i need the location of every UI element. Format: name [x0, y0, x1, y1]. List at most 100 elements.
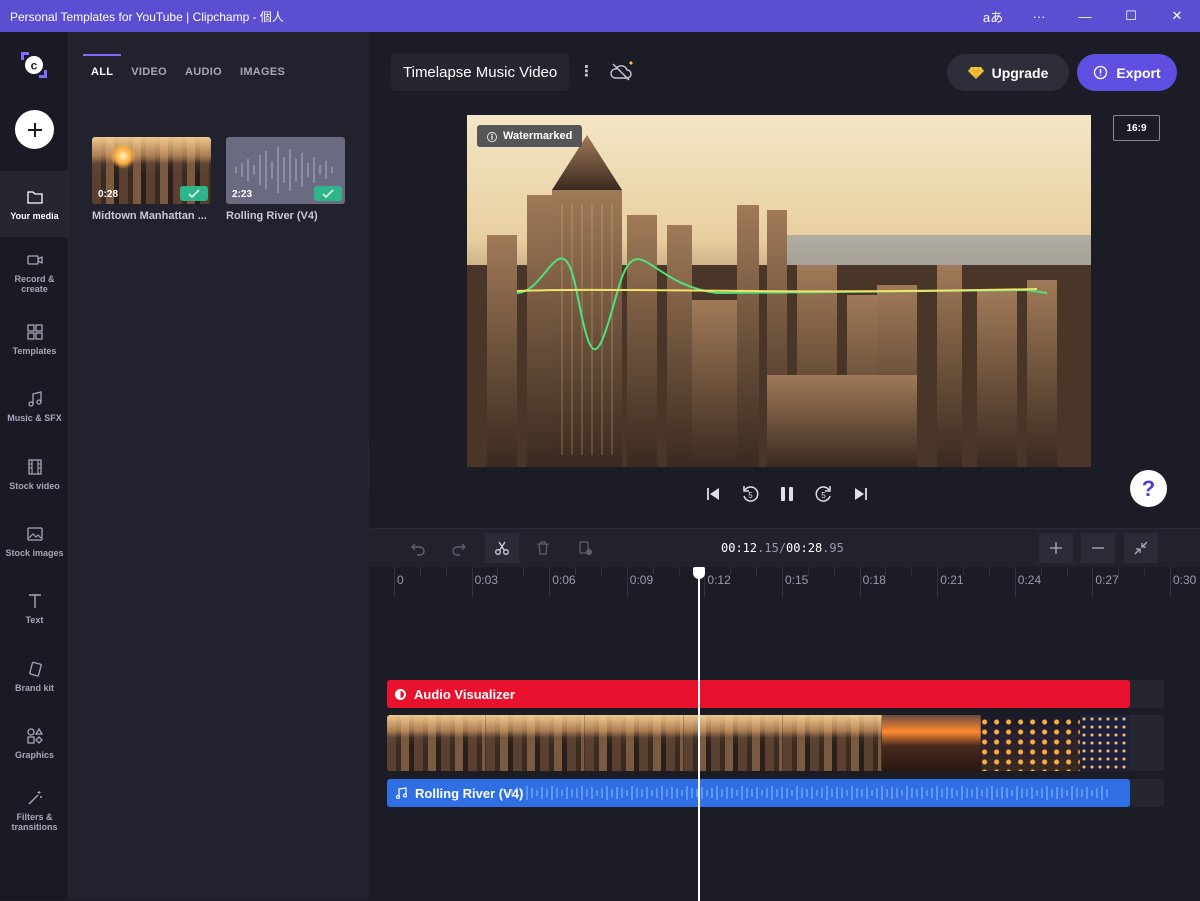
- video-frame: [486, 715, 585, 771]
- ruler-minor-tick: [1118, 567, 1120, 575]
- nav-label: Templates: [12, 345, 57, 356]
- close-button[interactable]: ✕: [1154, 0, 1200, 32]
- video-frame: [882, 715, 981, 771]
- fit-timeline-button[interactable]: [1124, 533, 1158, 563]
- nav-filters-transitions[interactable]: Filters & transitions: [0, 777, 69, 843]
- ruler-tick-label: 0:09: [629, 573, 654, 587]
- visualizer-clip-label: Audio Visualizer: [414, 686, 515, 702]
- visualizer-clip[interactable]: Audio Visualizer: [387, 680, 1130, 708]
- ruler-tick: [1092, 567, 1094, 597]
- nav-your-media[interactable]: Your media: [0, 171, 69, 237]
- ruler-tick-label: 0:12: [707, 573, 731, 587]
- zoom-in-button[interactable]: [1039, 533, 1073, 563]
- watermark-label: Watermarked: [503, 130, 573, 142]
- split-button[interactable]: [485, 533, 519, 563]
- info-icon: ⓘ: [487, 132, 497, 144]
- skip-end-button[interactable]: [842, 486, 879, 502]
- ruler-minor-tick: [575, 567, 577, 575]
- audio-clip-label: Rolling River (V4): [415, 785, 524, 801]
- playhead-handle[interactable]: [693, 567, 705, 579]
- aspect-ratio-button[interactable]: 16:9: [1113, 115, 1160, 141]
- check-icon: [188, 188, 200, 198]
- media-thumb-video[interactable]: 0:28: [92, 137, 211, 204]
- ruler-tick-label: 0:18: [862, 573, 886, 587]
- ruler-minor-tick: [497, 567, 499, 575]
- svg-text:c: c: [31, 59, 38, 73]
- ruler-minor-tick: [885, 567, 887, 575]
- create-new-button[interactable]: [15, 110, 54, 149]
- trash-icon: [537, 541, 549, 555]
- video-preview[interactable]: ⓘ Watermarked: [467, 115, 1091, 467]
- nav-music-sfx[interactable]: Music & SFX: [0, 373, 69, 439]
- nav-brand-kit[interactable]: Brand kit: [0, 643, 69, 709]
- clipchamp-logo-icon: c: [21, 52, 47, 78]
- ruler-minor-tick: [1144, 567, 1146, 575]
- added-badge: [314, 186, 342, 201]
- ruler-tick-label: 0:21: [940, 573, 964, 587]
- redo-button[interactable]: [442, 533, 476, 563]
- plus-icon: [1050, 542, 1062, 554]
- nav-label: Text: [25, 614, 44, 625]
- project-menu-button[interactable]: ⋮: [579, 62, 594, 80]
- tab-images[interactable]: IMAGES: [240, 54, 285, 86]
- cloud-off-icon[interactable]: [609, 60, 635, 84]
- time-total: 00:28: [786, 541, 823, 555]
- added-badge: [180, 186, 208, 201]
- redo-icon: [452, 543, 466, 556]
- media-panel: ALL VIDEO AUDIO IMAGES 0:28 Midtown Manh…: [69, 32, 369, 900]
- ruler-minor-tick: [419, 567, 421, 575]
- minus-icon: [1092, 547, 1104, 549]
- minimize-button[interactable]: —: [1062, 0, 1108, 32]
- window-titlebar: Personal Templates for YouTube | Clipcha…: [0, 0, 1200, 32]
- delete-button[interactable]: [526, 533, 560, 563]
- nav-stock-video[interactable]: Stock video: [0, 441, 69, 507]
- ruler-tick-label: 0: [397, 573, 404, 587]
- duplicate-button[interactable]: [568, 533, 602, 563]
- timeline-toolbar: 00:12.15/00:28.95: [369, 529, 1200, 567]
- playback-controls: 5 5: [694, 484, 879, 504]
- more-options-button[interactable]: ···: [1016, 0, 1062, 32]
- brand-kit-icon: [28, 661, 42, 677]
- skip-end-icon: [854, 488, 867, 500]
- tab-all[interactable]: ALL: [82, 54, 122, 86]
- media-thumb-audio[interactable]: 2:23: [226, 137, 345, 204]
- tab-video[interactable]: VIDEO: [131, 54, 167, 86]
- media-title: Rolling River (V4): [226, 210, 318, 222]
- ruler-minor-tick: [523, 567, 525, 575]
- video-frame: [1080, 715, 1130, 771]
- upgrade-button[interactable]: Upgrade: [947, 54, 1069, 91]
- media-tabs: ALL VIDEO AUDIO IMAGES: [82, 54, 303, 86]
- export-button[interactable]: Export: [1077, 54, 1177, 91]
- duplicate-icon: [579, 541, 592, 555]
- nav-label: Your media: [10, 210, 59, 221]
- ruler-tick-label: 0:03: [474, 573, 498, 587]
- project-title[interactable]: Timelapse Music Video: [391, 54, 570, 91]
- graphics-icon: [26, 727, 43, 744]
- nav-record-create[interactable]: Record & create: [0, 239, 69, 305]
- media-title: Midtown Manhattan ...: [92, 210, 207, 222]
- pause-button[interactable]: [768, 485, 805, 503]
- ruler-tick: [1170, 567, 1171, 597]
- help-button[interactable]: ?: [1130, 470, 1167, 507]
- zoom-out-button[interactable]: [1081, 533, 1115, 563]
- tab-audio[interactable]: AUDIO: [185, 54, 222, 86]
- ruler-minor-tick: [445, 567, 447, 575]
- skip-start-button[interactable]: [694, 486, 731, 502]
- audio-clip[interactable]: Rolling River (V4): [387, 779, 1130, 807]
- nav-graphics[interactable]: Graphics: [0, 710, 69, 776]
- rewind-5-button[interactable]: 5: [731, 484, 768, 504]
- language-button[interactable]: aあ: [970, 0, 1016, 32]
- nav-stock-images[interactable]: Stock images: [0, 508, 69, 574]
- forward-5-button[interactable]: 5: [805, 484, 842, 504]
- ruler-tick: [394, 567, 395, 597]
- media-duration: 2:23: [232, 189, 253, 200]
- undo-button[interactable]: [401, 533, 435, 563]
- video-clip[interactable]: [387, 715, 1130, 771]
- timeline: 00:12.15/00:28.95 0 0:03 0:06 0:09 0:12 0:15 0…: [369, 528, 1200, 901]
- playhead[interactable]: [693, 567, 705, 901]
- nav-text[interactable]: Text: [0, 575, 69, 641]
- nav-templates[interactable]: Templates: [0, 306, 69, 372]
- maximize-button[interactable]: ☐: [1108, 0, 1154, 32]
- ruler-tick: [471, 567, 473, 597]
- time-ruler[interactable]: 0 0:03 0:06 0:09 0:12 0:15 0:18 0:21 0:24 0:27 0:3…: [386, 567, 1200, 597]
